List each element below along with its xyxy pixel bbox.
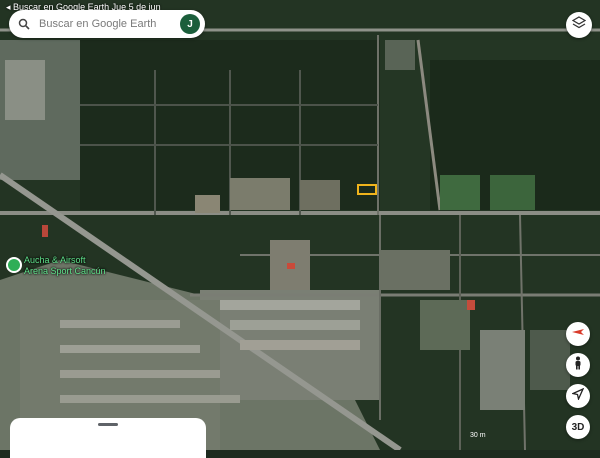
poi-label[interactable]: Aucha & Airsoft Arena Sport Cancún [24,255,106,277]
poi-label-line2: Arena Sport Cancún [24,266,106,276]
layers-icon [571,15,587,35]
search-icon [9,18,39,30]
location-arrow-icon [570,387,585,405]
compass-icon [571,325,585,344]
poi-pin-icon[interactable] [6,257,22,273]
bottom-sheet[interactable] [10,418,206,458]
my-location-button[interactable] [566,384,590,408]
search-input[interactable]: Buscar en Google Earth [39,18,180,30]
sheet-grab-handle[interactable] [98,423,118,426]
layers-button[interactable] [566,12,592,38]
three-d-button[interactable]: 3D [566,415,590,439]
account-avatar[interactable]: J [180,14,200,34]
scale-label: 30 m [470,432,486,439]
satellite-imagery [0,0,600,453]
search-bar[interactable]: Buscar en Google Earth J [9,10,205,38]
person-icon [572,356,584,375]
compass-button[interactable] [566,322,590,346]
satellite-map[interactable] [0,0,600,453]
street-view-button[interactable] [566,353,590,377]
poi-label-line1: Aucha & Airsoft [24,255,86,265]
